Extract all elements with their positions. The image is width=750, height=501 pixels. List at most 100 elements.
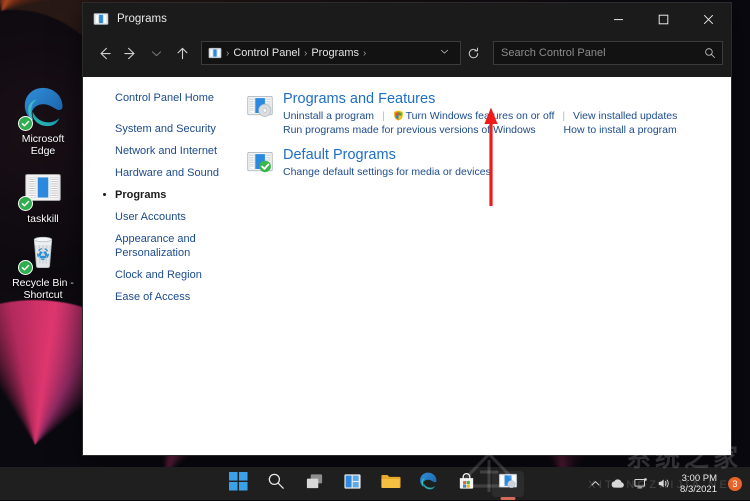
edge-icon — [18, 84, 66, 131]
link-turn-windows-features-on-or-off[interactable]: Turn Windows features on or off — [406, 110, 555, 122]
link-divider: | — [562, 110, 566, 122]
navigation-bar[interactable]: › Control Panel › Programs › — [83, 35, 731, 77]
taskbar[interactable]: 3:00 PM 8/3/2021 3 — [0, 467, 750, 500]
recent-locations-button[interactable] — [143, 40, 169, 66]
sidebar-item-label: Programs — [115, 189, 167, 201]
clock-date: 8/3/2021 — [680, 483, 717, 495]
address-bar[interactable]: › Control Panel › Programs › — [201, 41, 461, 65]
link-run-programs-previous-versions[interactable]: Run programs made for previous versions … — [283, 124, 536, 136]
search-input[interactable] — [494, 46, 698, 60]
content-area: Programs and Features Uninstall a progra… — [238, 77, 731, 455]
edge-button[interactable] — [416, 472, 440, 496]
desktop-icon-taskkill[interactable]: taskkill — [4, 164, 82, 225]
sidebar: Control Panel Home System and Security N… — [83, 77, 238, 455]
recycle-bin-icon — [18, 228, 66, 275]
search-icon[interactable] — [698, 47, 722, 59]
category-programs-and-features: Programs and Features Uninstall a progra… — [246, 91, 721, 137]
tray-overflow-button[interactable] — [590, 478, 601, 489]
sidebar-item-label: User Accounts — [115, 211, 186, 223]
sidebar-item-label: Appearance and Personalization — [115, 233, 196, 259]
sidebar-item-label: Network and Internet — [115, 145, 218, 157]
control-panel-icon — [93, 11, 109, 27]
system-tray[interactable]: 3:00 PM 8/3/2021 3 — [590, 467, 742, 500]
clock-time: 3:00 PM — [681, 472, 717, 484]
link-divider: | — [381, 110, 385, 122]
widgets-icon — [343, 472, 362, 496]
sidebar-item-appearance-and-personalization[interactable]: Appearance and Personalization — [101, 232, 238, 260]
shortcut-badge-icon — [18, 116, 33, 131]
window-titlebar[interactable]: Programs — [83, 3, 731, 35]
window-body: Control Panel Home System and Security N… — [83, 77, 731, 455]
sidebar-item-label: System and Security — [115, 123, 216, 135]
sidebar-item-label: Control Panel Home — [115, 92, 215, 104]
up-button[interactable] — [169, 40, 195, 66]
desktop-icon-label: taskkill — [27, 213, 59, 225]
sidebar-item-ease-of-access[interactable]: Ease of Access — [101, 290, 238, 304]
volume-icon[interactable] — [657, 477, 671, 490]
category-links-row-1: Uninstall a program | Turn Windows featu… — [283, 109, 677, 123]
desktop-icon-label: Microsoft Edge — [21, 133, 65, 157]
sidebar-item-network-and-internet[interactable]: Network and Internet — [101, 144, 238, 158]
window-controls[interactable] — [596, 3, 731, 35]
chevron-down-icon[interactable] — [433, 46, 456, 60]
desktop-icon-recycle-bin[interactable]: Recycle Bin - Shortcut — [4, 228, 82, 301]
category-text-block: Default Programs Change default settings… — [283, 147, 491, 179]
control-panel-icon — [498, 471, 518, 496]
notification-badge[interactable]: 3 — [728, 476, 742, 491]
desktop-icon-microsoft-edge[interactable]: Microsoft Edge — [4, 84, 82, 157]
link-view-installed-updates[interactable]: View installed updates — [573, 110, 677, 122]
category-heading-programs-and-features[interactable]: Programs and Features — [283, 91, 677, 108]
network-icon[interactable] — [634, 477, 648, 490]
file-explorer-button[interactable] — [378, 472, 402, 496]
edge-icon — [418, 471, 438, 496]
folder-icon — [380, 471, 401, 497]
cloud-icon[interactable] — [610, 477, 625, 490]
task-view-button[interactable] — [302, 472, 326, 496]
refresh-button[interactable] — [461, 41, 485, 65]
breadcrumb-separator: › — [363, 47, 367, 59]
sidebar-item-hardware-and-sound[interactable]: Hardware and Sound — [101, 166, 238, 180]
forward-button[interactable] — [117, 40, 143, 66]
widgets-button[interactable] — [340, 472, 364, 496]
start-button[interactable] — [226, 471, 250, 496]
taskbar-center-group[interactable] — [226, 470, 524, 497]
control-panel-window[interactable]: Programs › Control Panel › Programs › Se… — [82, 2, 732, 456]
store-icon — [457, 472, 476, 496]
sidebar-item-user-accounts[interactable]: User Accounts — [101, 210, 238, 224]
breadcrumb-control-panel[interactable]: Control Panel — [230, 47, 303, 59]
control-panel-button[interactable] — [492, 470, 524, 497]
sidebar-item-label: Hardware and Sound — [115, 167, 219, 179]
search-button[interactable] — [264, 472, 288, 496]
minimize-button[interactable] — [596, 3, 641, 35]
default-programs-icon — [246, 148, 274, 176]
microsoft-store-button[interactable] — [454, 472, 478, 496]
window-title: Programs — [117, 13, 167, 25]
link-change-default-settings[interactable]: Change default settings for media or dev… — [283, 166, 491, 178]
category-text-block: Programs and Features Uninstall a progra… — [283, 91, 677, 137]
back-button[interactable] — [91, 40, 117, 66]
control-panel-icon — [208, 46, 222, 60]
task-view-icon — [305, 472, 324, 496]
category-links-row-1: Change default settings for media or dev… — [283, 165, 491, 179]
maximize-button[interactable] — [641, 3, 686, 35]
close-button[interactable] — [686, 3, 731, 35]
generic-window-icon — [18, 164, 66, 211]
category-heading-default-programs[interactable]: Default Programs — [283, 147, 491, 164]
search-box[interactable] — [493, 41, 723, 65]
category-links-row-2: Run programs made for previous versions … — [283, 123, 677, 137]
shield-icon — [393, 110, 404, 121]
sidebar-item-control-panel-home[interactable]: Control Panel Home — [101, 91, 238, 105]
shortcut-badge-icon — [18, 196, 33, 211]
sidebar-item-system-and-security[interactable]: System and Security — [101, 122, 238, 136]
sidebar-item-clock-and-region[interactable]: Clock and Region — [101, 268, 238, 282]
sidebar-item-programs[interactable]: Programs — [101, 188, 238, 202]
link-uninstall-a-program[interactable]: Uninstall a program — [283, 110, 374, 122]
desktop-icon-label: Recycle Bin - Shortcut — [12, 277, 74, 301]
programs-and-features-icon — [246, 92, 274, 120]
clock[interactable]: 3:00 PM 8/3/2021 — [680, 473, 717, 495]
search-icon — [267, 472, 285, 495]
link-how-to-install-a-program[interactable]: How to install a program — [564, 124, 677, 136]
breadcrumb-programs[interactable]: Programs — [308, 47, 362, 59]
category-default-programs: Default Programs Change default settings… — [246, 147, 721, 179]
shortcut-badge-icon — [18, 260, 33, 275]
